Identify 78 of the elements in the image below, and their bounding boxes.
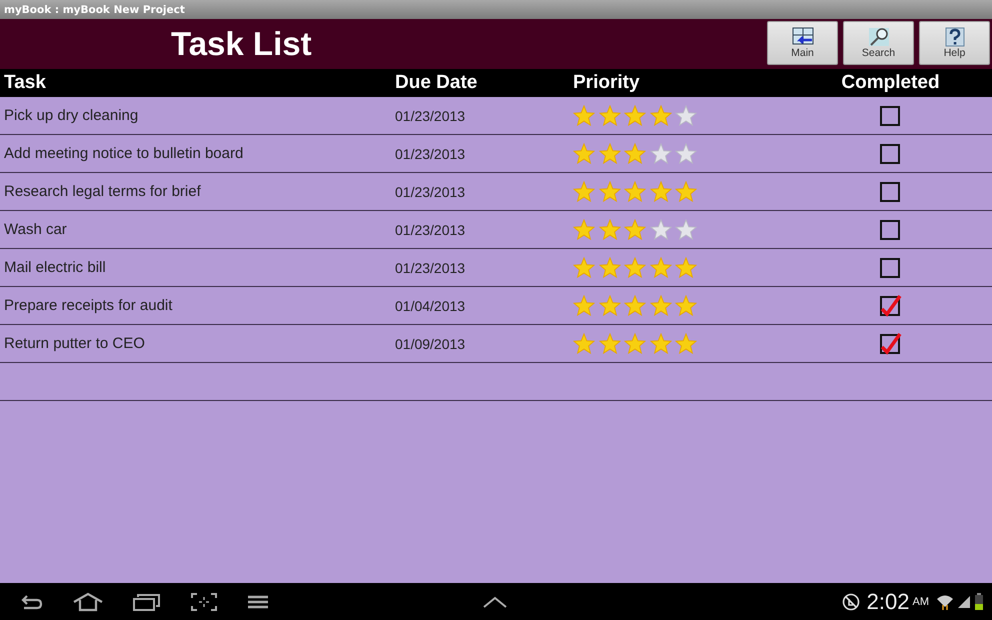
battery-icon bbox=[974, 592, 984, 610]
star-icon bbox=[650, 181, 672, 202]
star-icon bbox=[598, 143, 620, 164]
wifi-icon bbox=[936, 592, 954, 610]
star-icon bbox=[573, 143, 595, 164]
date-cell-text: 01/23/2013 bbox=[395, 184, 466, 200]
toolbar-button[interactable]: Help bbox=[919, 21, 990, 65]
star-icon bbox=[675, 295, 697, 316]
star-icon bbox=[650, 219, 672, 240]
star-icon bbox=[650, 257, 672, 278]
star-icon bbox=[573, 257, 595, 278]
task-cell-text: Prepare receipts for audit bbox=[3, 297, 174, 314]
screenshot-icon[interactable] bbox=[190, 592, 218, 612]
page-title: Task List bbox=[171, 25, 312, 63]
star-icon bbox=[624, 181, 646, 202]
checkbox[interactable] bbox=[880, 218, 902, 240]
star-icon bbox=[573, 333, 595, 354]
star-icon bbox=[675, 333, 697, 354]
date-cell-text: 01/23/2013 bbox=[395, 260, 466, 276]
no-sync-icon bbox=[842, 592, 860, 610]
star-icon bbox=[675, 181, 697, 202]
star-icon bbox=[598, 181, 620, 202]
star-icon bbox=[650, 295, 672, 316]
star-icon bbox=[598, 257, 620, 278]
toolbar-button[interactable]: Search bbox=[843, 21, 914, 65]
column-header: Task bbox=[3, 72, 47, 94]
star-icon bbox=[624, 295, 646, 316]
star-icon bbox=[598, 219, 620, 240]
star-icon bbox=[624, 219, 646, 240]
toolbar-button[interactable]: Main bbox=[767, 21, 838, 65]
star-icon bbox=[598, 295, 620, 316]
checkbox[interactable] bbox=[880, 142, 902, 164]
star-icon bbox=[598, 105, 620, 126]
checkbox[interactable] bbox=[880, 294, 902, 316]
star-icon bbox=[624, 257, 646, 278]
recent-apps-icon[interactable] bbox=[132, 592, 162, 610]
star-icon bbox=[573, 181, 595, 202]
star-icon bbox=[624, 333, 646, 354]
task-cell-text: Research legal terms for brief bbox=[3, 183, 202, 200]
star-icon bbox=[624, 143, 646, 164]
task-cell-text: Add meeting notice to bulletin board bbox=[3, 145, 244, 162]
star-icon bbox=[675, 143, 697, 164]
star-icon bbox=[650, 143, 672, 164]
star-icon bbox=[573, 295, 595, 316]
menu-icon[interactable] bbox=[246, 594, 270, 610]
star-icon bbox=[573, 219, 595, 240]
task-cell-text: Wash car bbox=[3, 221, 68, 238]
column-header: Due Date bbox=[395, 72, 478, 94]
clock-period: AM bbox=[912, 596, 929, 608]
date-cell-text: 01/23/2013 bbox=[395, 108, 466, 124]
window-title: myBook : myBook New Project bbox=[4, 4, 185, 16]
date-cell-text: 01/09/2013 bbox=[395, 336, 466, 352]
signal-icon bbox=[957, 594, 971, 608]
column-header: Priority bbox=[573, 72, 641, 94]
checkbox[interactable] bbox=[880, 180, 902, 202]
clock-time: 2:02 bbox=[866, 588, 910, 614]
star-icon bbox=[573, 105, 595, 126]
star-icon bbox=[650, 105, 672, 126]
date-cell-text: 01/23/2013 bbox=[395, 146, 466, 162]
checkbox[interactable] bbox=[880, 104, 902, 126]
home-icon[interactable] bbox=[72, 592, 104, 612]
checkbox[interactable] bbox=[880, 332, 902, 354]
date-cell-text: 01/04/2013 bbox=[395, 298, 466, 314]
checkbox[interactable] bbox=[880, 256, 902, 278]
star-icon bbox=[675, 105, 697, 126]
caret-up-icon[interactable] bbox=[482, 595, 508, 609]
search-icon bbox=[868, 27, 890, 47]
task-cell-text: Return putter to CEO bbox=[3, 335, 146, 352]
star-icon bbox=[624, 105, 646, 126]
task-cell-text: Pick up dry cleaning bbox=[3, 107, 140, 124]
star-icon bbox=[598, 333, 620, 354]
column-header: Completed bbox=[840, 72, 941, 94]
task-cell-text: Mail electric bill bbox=[3, 259, 107, 276]
star-icon bbox=[675, 219, 697, 240]
star-icon bbox=[650, 333, 672, 354]
date-cell-text: 01/23/2013 bbox=[395, 222, 466, 238]
star-icon bbox=[675, 257, 697, 278]
help-icon bbox=[944, 27, 966, 47]
